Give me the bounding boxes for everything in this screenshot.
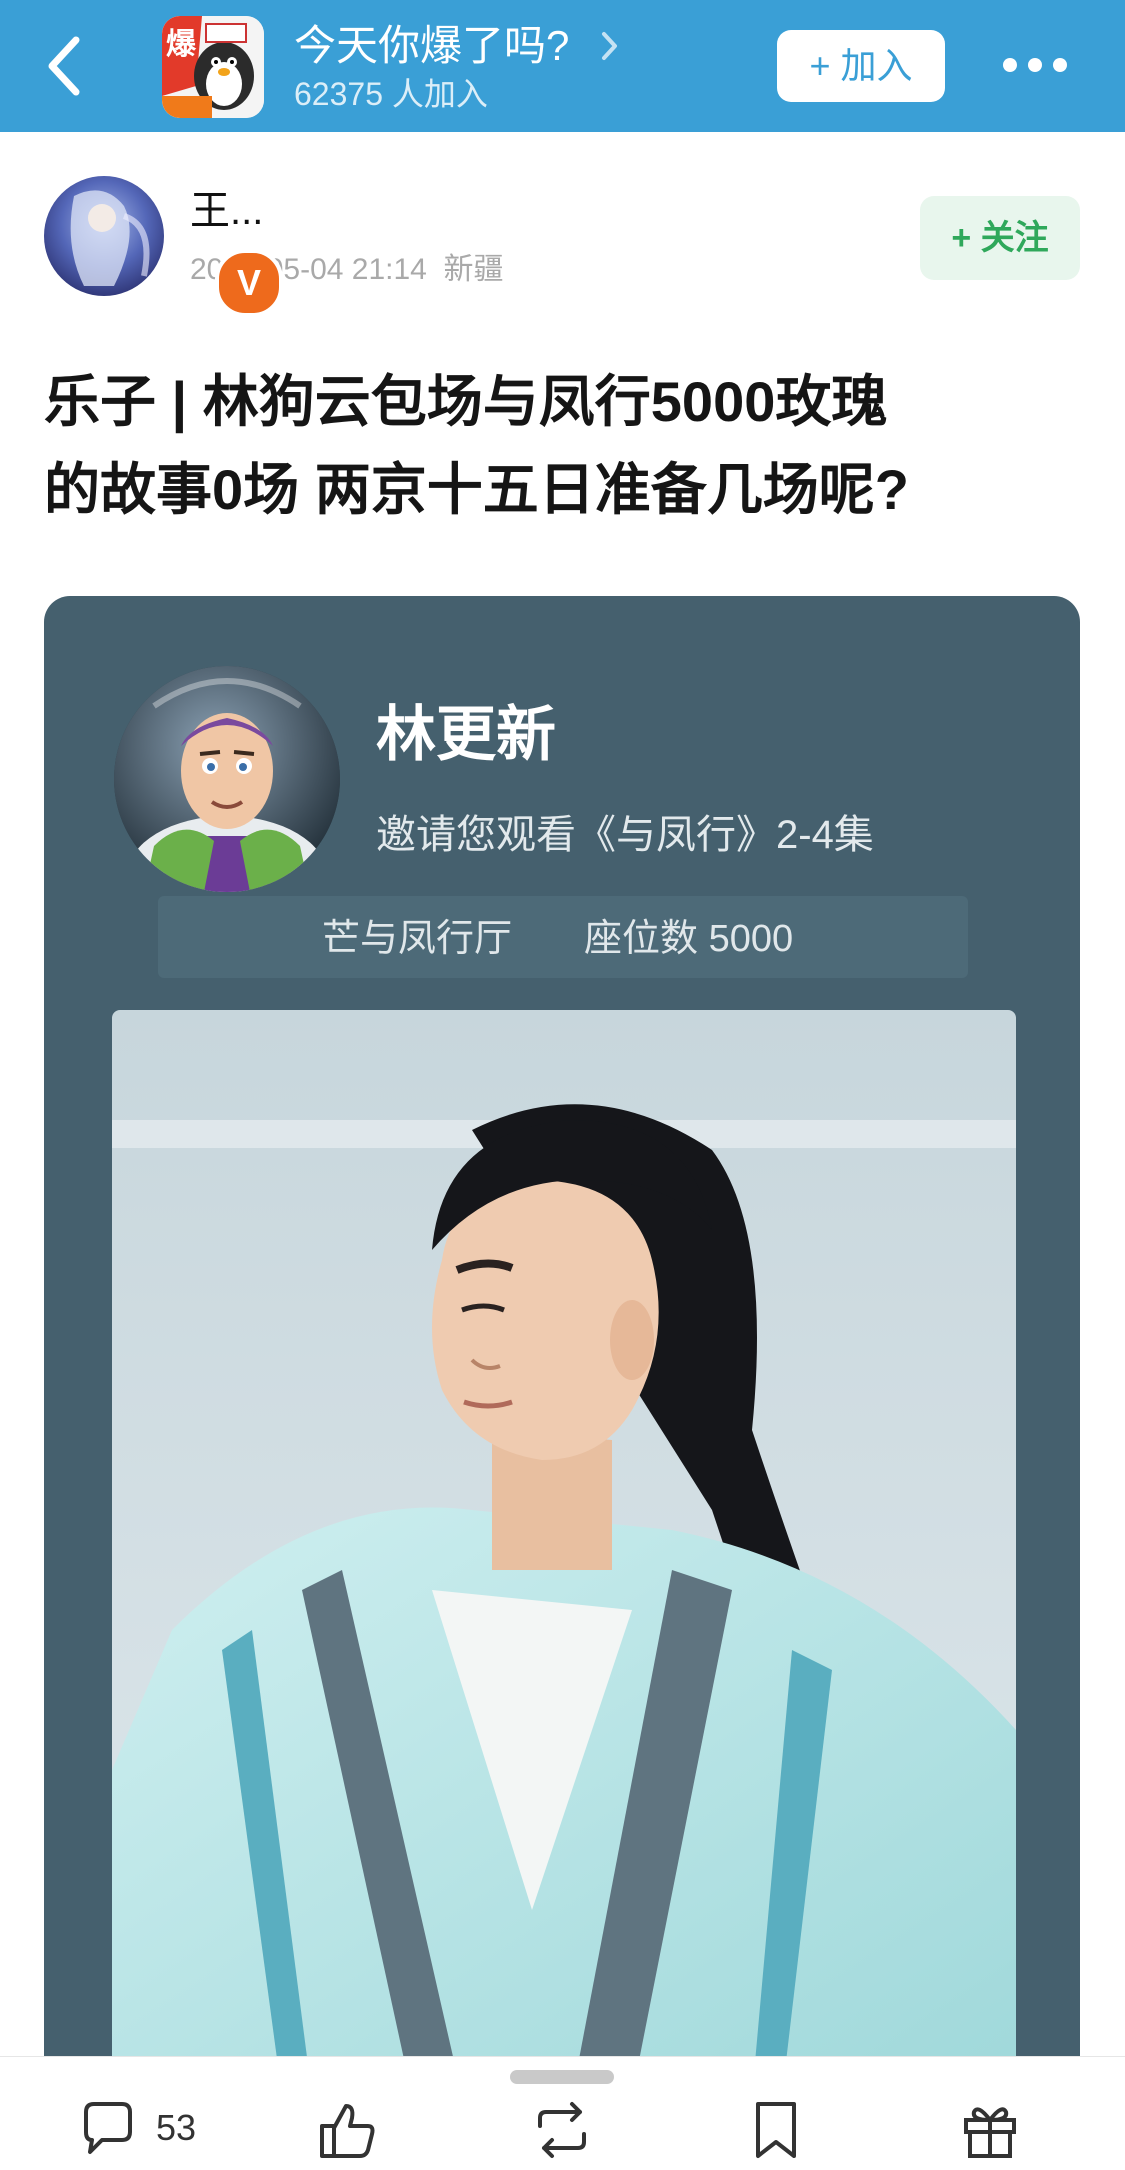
buzz-lightyear-avatar-image [114, 666, 340, 892]
hall-name: 芒与凤行厅 [322, 918, 513, 960]
seat-value: 5000 [708, 918, 794, 960]
follow-button[interactable]: + 关注 [920, 196, 1080, 280]
gift-icon [964, 2107, 1016, 2158]
post-title-line-2: 的故事0场 两京十五日准备几场呢? [44, 458, 909, 521]
repost-icon [538, 2102, 586, 2158]
hall-info-bar [158, 896, 968, 978]
back-button[interactable] [38, 28, 98, 104]
card-photo[interactable] [112, 1010, 1016, 2096]
repost-button[interactable] [530, 2098, 594, 2162]
post-title: 乐子 | 林狗云包场与凤行5000玫瑰 的故事0场 两京十五日准备几场呢? [44, 358, 1084, 534]
author-avatar-image [44, 176, 164, 296]
chevron-right-icon [602, 32, 617, 60]
like-button[interactable] [316, 2098, 380, 2162]
actor-portrait-image [112, 1010, 1016, 2096]
penguin-group-image: 爆 [162, 16, 264, 118]
drag-handle[interactable] [510, 2070, 614, 2084]
group-name[interactable]: 今天你爆了吗? [294, 20, 569, 72]
card-user-name: 林更新 [376, 701, 556, 768]
group-member-count: 62375 人加入 [294, 76, 488, 112]
verified-badge: V [215, 249, 283, 317]
comment-count[interactable]: 53 [156, 2106, 196, 2150]
more-dots-icon [1003, 58, 1067, 72]
bookmark-button[interactable] [744, 2098, 808, 2162]
group-chevron[interactable] [596, 28, 622, 64]
author-name[interactable]: 王... [190, 186, 263, 236]
back-arrow-icon [48, 36, 80, 96]
post-title-line-1: 乐子 | 林狗云包场与凤行5000玫瑰 [44, 370, 888, 433]
group-avatar[interactable]: 爆 [162, 16, 264, 118]
card-avatar [114, 666, 340, 892]
comment-button[interactable] [76, 2098, 140, 2162]
gift-button[interactable] [958, 2098, 1022, 2162]
more-button[interactable] [1000, 50, 1070, 80]
card-invite-text: 邀请您观看《与凤行》2-4集 [376, 813, 874, 857]
comment-icon [84, 2102, 132, 2154]
join-button[interactable]: + 加入 [777, 30, 945, 102]
seat-label: 座位数 [584, 918, 699, 960]
seat-count: 座位数 5000 [584, 916, 793, 962]
like-icon [320, 2104, 375, 2158]
bookmark-icon [756, 2102, 796, 2158]
author-avatar[interactable] [44, 176, 164, 296]
svg-text:爆: 爆 [166, 27, 197, 62]
post-location: 新疆 [443, 253, 504, 286]
